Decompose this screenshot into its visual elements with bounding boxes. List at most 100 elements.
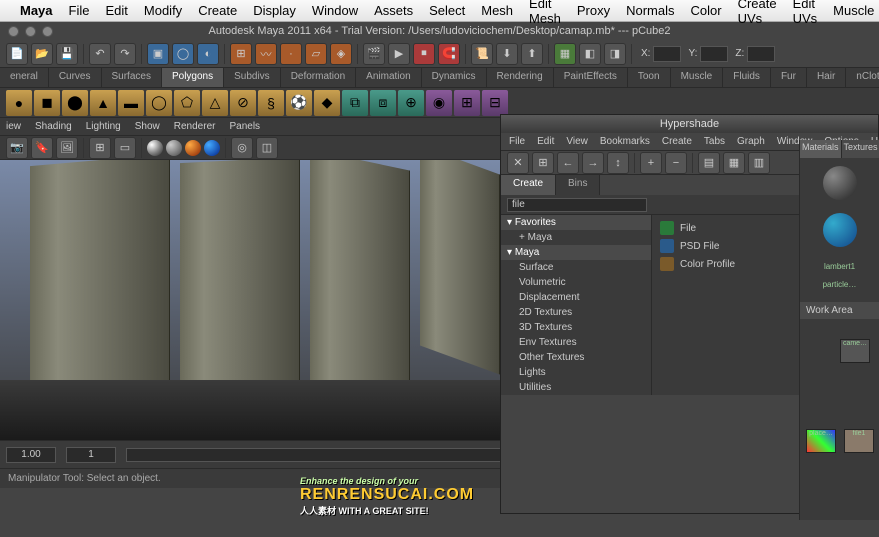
current-time-input[interactable] xyxy=(66,447,116,463)
panel-renderer[interactable]: Renderer xyxy=(174,121,216,132)
wa-node-place[interactable]: place… xyxy=(806,429,836,453)
shelf-tab-ncloth[interactable]: nCloth xyxy=(846,68,879,87)
menu-color[interactable]: Color xyxy=(690,3,721,18)
snap-point-button[interactable]: · xyxy=(280,43,302,65)
construct-history-button[interactable]: 📜 xyxy=(471,43,493,65)
material-particle-icon[interactable] xyxy=(823,213,857,247)
hypershade-titlebar[interactable]: Hypershade xyxy=(501,115,878,133)
render-button[interactable]: 🎬 xyxy=(363,43,385,65)
redo-button[interactable]: ↷ xyxy=(114,43,136,65)
model-view-button[interactable]: ◧ xyxy=(579,43,601,65)
snap-live-button[interactable]: ◈ xyxy=(330,43,352,65)
shelf-tab-dynamics[interactable]: Dynamics xyxy=(422,68,487,87)
layout-button[interactable]: ▦ xyxy=(554,43,576,65)
hs-show-top-button[interactable]: ▤ xyxy=(698,152,720,174)
poly-pyramid-icon[interactable]: △ xyxy=(202,90,228,116)
hs-clear-button[interactable]: ✕ xyxy=(507,152,529,174)
wa-node-camera[interactable]: came… xyxy=(840,339,870,363)
shading-tex-icon[interactable] xyxy=(204,140,220,156)
undo-button[interactable]: ↶ xyxy=(89,43,111,65)
shelf-tab-hair[interactable]: Hair xyxy=(807,68,846,87)
poly-platonic-icon[interactable]: ◆ xyxy=(314,90,340,116)
boolean-icon[interactable]: ⊕ xyxy=(398,90,424,116)
channel-box-button[interactable]: ◨ xyxy=(604,43,626,65)
panel-shading[interactable]: Shading xyxy=(35,121,72,132)
hs-filter-input[interactable] xyxy=(507,198,647,212)
hs-menu-bookmarks[interactable]: Bookmarks xyxy=(600,136,650,147)
tree-volumetric[interactable]: Volumetric xyxy=(501,275,651,290)
menu-create-uvs[interactable]: Create UVs xyxy=(738,0,777,26)
panel-show[interactable]: Show xyxy=(135,121,160,132)
tree-maya[interactable]: ▾ Maya xyxy=(501,245,651,260)
shelf-tab-surfaces[interactable]: Surfaces xyxy=(102,68,162,87)
input-button[interactable]: ⬇ xyxy=(496,43,518,65)
film-gate-button[interactable]: ▭ xyxy=(114,137,136,159)
reduce-icon[interactable]: ⊟ xyxy=(482,90,508,116)
tree-other-textures[interactable]: Other Textures xyxy=(501,350,651,365)
lasso-tool-button[interactable]: ◯ xyxy=(172,43,194,65)
menu-normals[interactable]: Normals xyxy=(626,3,674,18)
shelf-tab-rendering[interactable]: Rendering xyxy=(487,68,554,87)
isolate-button[interactable]: ◎ xyxy=(231,137,253,159)
shelf-tab-subdivs[interactable]: Subdivs xyxy=(224,68,281,87)
hs-show-both-button[interactable]: ▥ xyxy=(748,152,770,174)
poly-helix-icon[interactable]: § xyxy=(258,90,284,116)
tree-utilities[interactable]: Utilities xyxy=(501,380,651,395)
poly-pipe-icon[interactable]: ⊘ xyxy=(230,90,256,116)
menu-edit-mesh[interactable]: Edit Mesh xyxy=(529,0,561,26)
hs-menu-edit[interactable]: Edit xyxy=(537,136,554,147)
tree-3d-textures[interactable]: 3D Textures xyxy=(501,320,651,335)
rp-tab-textures[interactable]: Textures xyxy=(842,140,879,158)
menu-edit[interactable]: Edit xyxy=(105,3,127,18)
render-stop-button[interactable]: ⏹ xyxy=(413,43,435,65)
panel-lighting[interactable]: Lighting xyxy=(86,121,121,132)
shelf-tab-general[interactable]: eneral xyxy=(0,68,49,87)
save-scene-button[interactable]: 💾 xyxy=(56,43,78,65)
grid-toggle-button[interactable]: ⊞ xyxy=(89,137,111,159)
range-start-input[interactable] xyxy=(6,447,56,463)
tree-lights[interactable]: Lights xyxy=(501,365,651,380)
menu-edit-uvs[interactable]: Edit UVs xyxy=(793,0,818,26)
menu-proxy[interactable]: Proxy xyxy=(577,3,610,18)
new-scene-button[interactable]: 📄 xyxy=(6,43,28,65)
output-button[interactable]: ⬆ xyxy=(521,43,543,65)
poly-sphere-icon[interactable]: ● xyxy=(6,90,32,116)
tree-env-textures[interactable]: Env Textures xyxy=(501,335,651,350)
app-name[interactable]: Maya xyxy=(20,3,53,18)
wa-node-file1[interactable]: file1 xyxy=(844,429,874,453)
menu-create[interactable]: Create xyxy=(198,3,237,18)
bookmark-button[interactable]: 🔖 xyxy=(31,137,53,159)
shelf-tab-fur[interactable]: Fur xyxy=(771,68,807,87)
menu-select[interactable]: Select xyxy=(429,3,465,18)
y-input[interactable] xyxy=(700,46,728,62)
tree-favorites[interactable]: ▾ Favorites xyxy=(501,215,651,230)
menu-display[interactable]: Display xyxy=(253,3,296,18)
smooth-icon[interactable]: ◉ xyxy=(426,90,452,116)
shading-flat-icon[interactable] xyxy=(166,140,182,156)
material-lambert1-icon[interactable] xyxy=(823,166,857,200)
xray-button[interactable]: ◫ xyxy=(256,137,278,159)
traffic-close-icon[interactable] xyxy=(8,26,19,37)
camera-select-button[interactable]: 📷 xyxy=(6,137,28,159)
rp-tab-materials[interactable]: Materials xyxy=(800,140,842,158)
hs-show-bottom-button[interactable]: ▦ xyxy=(723,152,745,174)
ipr-render-button[interactable]: ▶ xyxy=(388,43,410,65)
shelf-tab-fluids[interactable]: Fluids xyxy=(723,68,771,87)
select-tool-button[interactable]: ▣ xyxy=(147,43,169,65)
menu-modify[interactable]: Modify xyxy=(144,3,182,18)
shelf-tab-deformation[interactable]: Deformation xyxy=(281,68,356,87)
hs-tab-create[interactable]: Create xyxy=(501,175,556,195)
tree-surface[interactable]: Surface xyxy=(501,260,651,275)
hs-menu-file[interactable]: File xyxy=(509,136,525,147)
tree-fav-maya[interactable]: + Maya xyxy=(501,230,651,245)
traffic-min-icon[interactable] xyxy=(25,26,36,37)
panel-view[interactable]: iew xyxy=(6,121,21,132)
hs-menu-view[interactable]: View xyxy=(566,136,588,147)
shelf-tab-curves[interactable]: Curves xyxy=(49,68,102,87)
snap-plane-button[interactable]: ▱ xyxy=(305,43,327,65)
shelf-tab-toon[interactable]: Toon xyxy=(628,68,671,87)
hs-tab-bins[interactable]: Bins xyxy=(556,175,600,195)
hs-remove-button[interactable]: − xyxy=(665,152,687,174)
hs-menu-tabs[interactable]: Tabs xyxy=(704,136,725,147)
shelf-tab-painteffects[interactable]: PaintEffects xyxy=(554,68,628,87)
